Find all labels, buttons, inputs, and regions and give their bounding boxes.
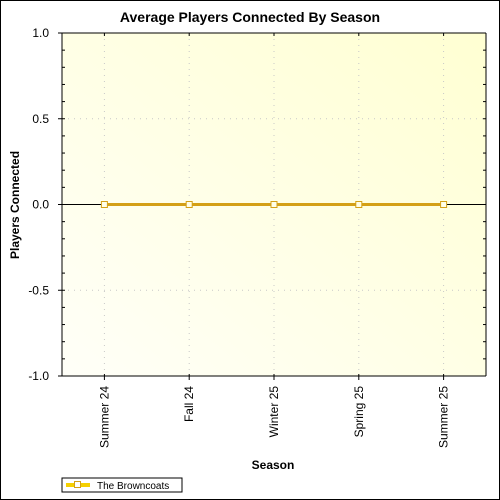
x-tick-label: Summer 25: [437, 386, 451, 448]
data-point: [185, 201, 193, 208]
data-point: [355, 201, 363, 208]
chart-title: Average Players Connected By Season: [120, 9, 380, 25]
x-tick-label: Summer 24: [97, 386, 111, 448]
data-point: [100, 201, 108, 208]
x-tick-label: Winter 25: [267, 386, 281, 438]
data-point: [440, 201, 448, 208]
x-tick-label: Spring 25: [352, 386, 366, 438]
y-tick-label: -0.5: [28, 283, 49, 297]
data-point: [270, 201, 278, 208]
legend-label: The Browncoats: [97, 481, 169, 492]
y-tick-label: -1.0: [28, 369, 49, 383]
x-tick-label: Fall 24: [182, 386, 196, 422]
legend: The Browncoats: [61, 477, 183, 493]
y-tick-label: 0.5: [32, 112, 49, 126]
chart: Average Players Connected By Season 1.0 0…: [8, 9, 487, 493]
x-axis-label: Season: [252, 458, 295, 472]
y-tick-label: 0.0: [32, 198, 49, 212]
y-axis-label: Players Connected: [8, 151, 22, 259]
y-tick-label: 1.0: [32, 26, 49, 40]
legend-swatch-marker: [74, 481, 81, 488]
